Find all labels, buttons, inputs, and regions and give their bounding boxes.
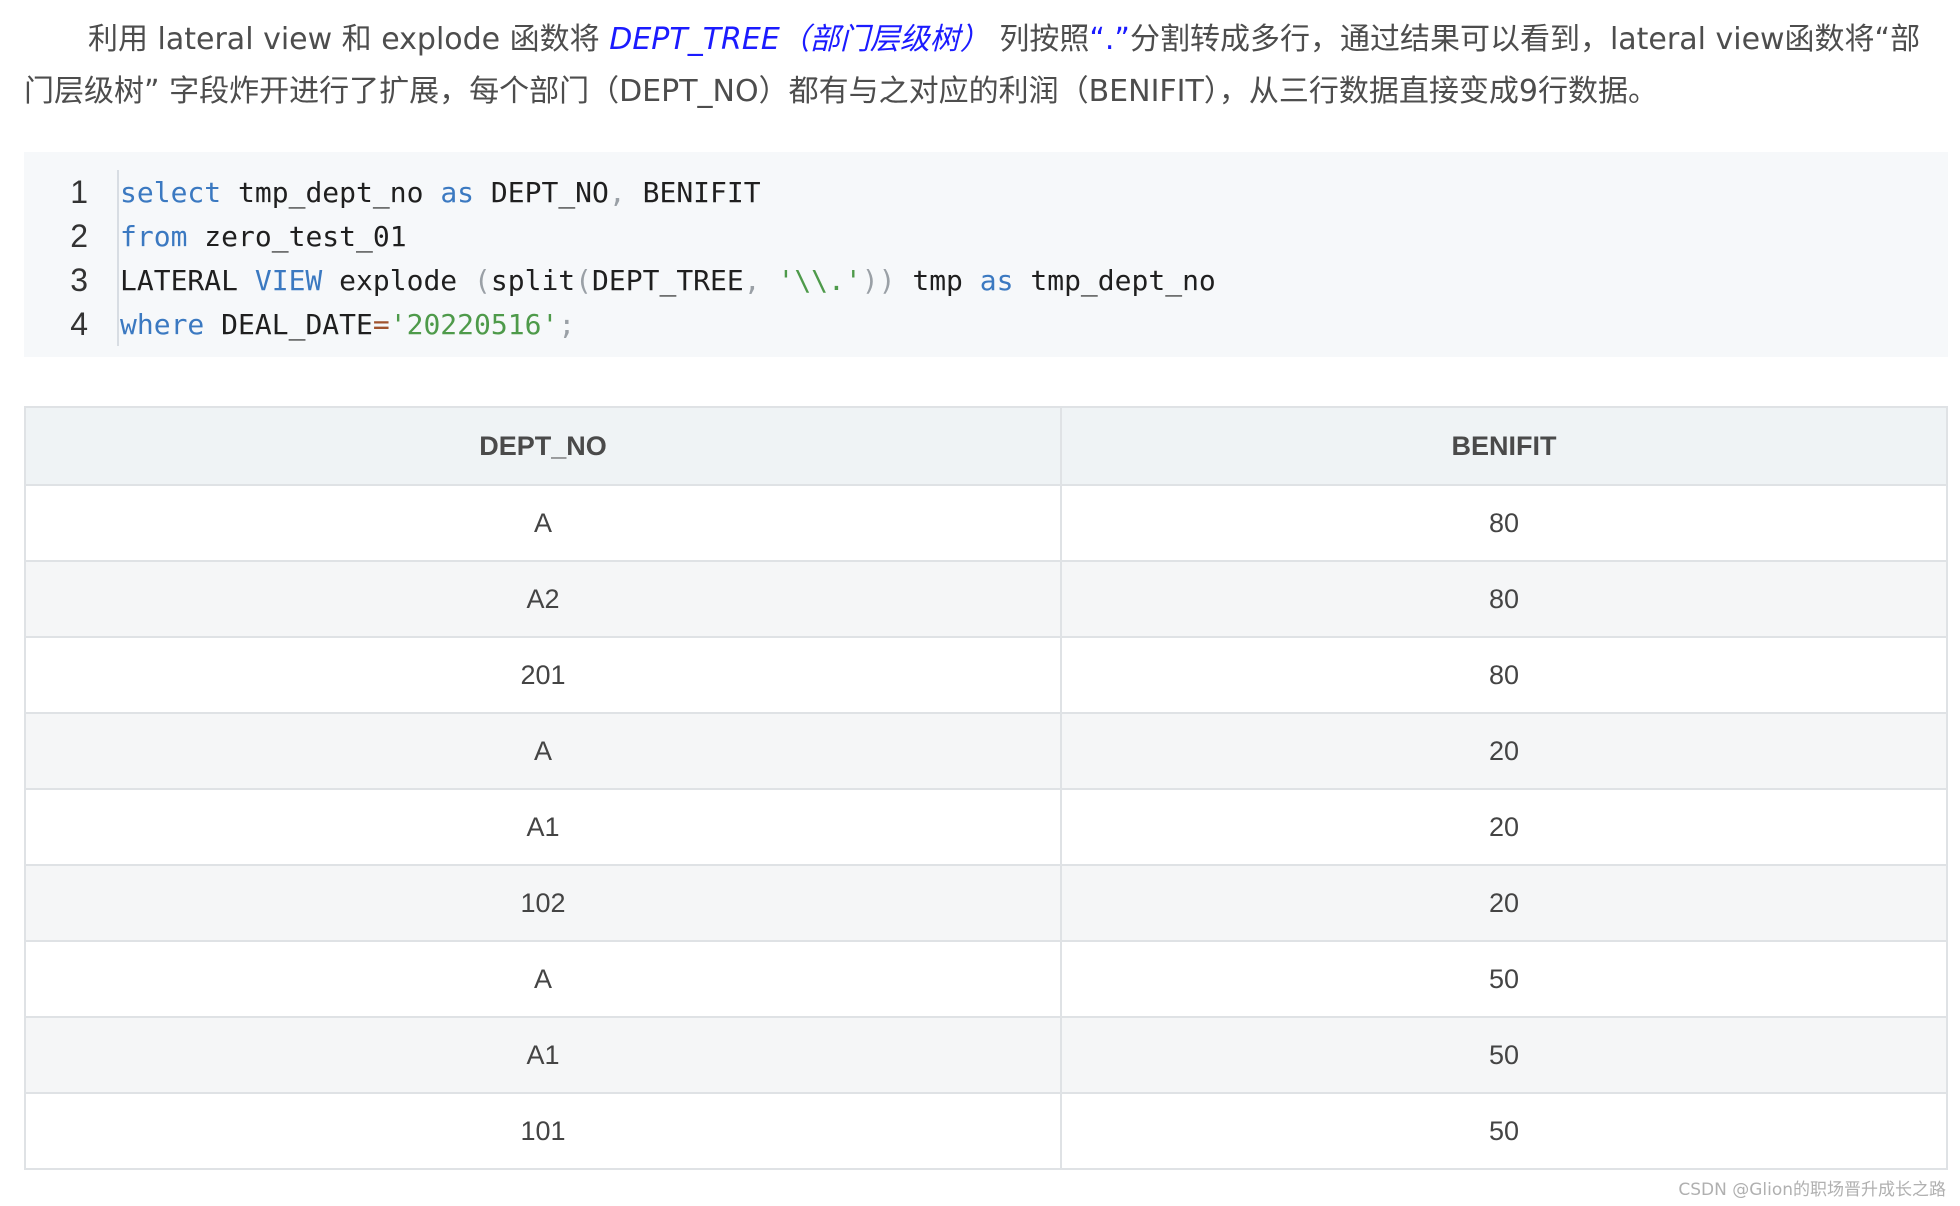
benifit-cell: 80 [1060, 636, 1948, 714]
code-punctuation: ( [575, 263, 593, 297]
dept-no-cell: A2 [24, 560, 1062, 638]
dept-no-cell: A [24, 484, 1062, 562]
quote-dot: “.” [1089, 22, 1130, 57]
code-line-content: LATERAL VIEW explode (split(DEPT_TREE, '… [102, 264, 1216, 297]
intro-paragraph: 利用 lateral view 和 explode 函数将 DEPT_TREE（… [24, 14, 1944, 118]
code-line-content: from zero_test_01 [102, 220, 407, 253]
keyword-view: VIEW [254, 263, 323, 297]
code-token: explode [322, 263, 475, 297]
benifit-cell: 20 [1060, 788, 1948, 866]
benifit-cell: 50 [1060, 940, 1948, 1018]
code-punctuation: , [743, 263, 761, 297]
keyword-from: from [120, 219, 188, 253]
table-row: A 50 [24, 940, 1948, 1018]
code-line: 3 LATERAL VIEW explode (split(DEPT_TREE,… [24, 258, 1948, 302]
column-header-dept-no: DEPT_NO [24, 406, 1062, 486]
line-number: 2 [70, 217, 88, 254]
code-block[interactable]: 1 select tmp_dept_no as DEPT_NO, BENIFIT… [24, 152, 1948, 357]
code-line: 2 from zero_test_01 [24, 214, 1948, 258]
dept-tree-highlight: DEPT_TREE（部门层级树） [609, 22, 990, 57]
code-token: tmp_dept_no [1013, 263, 1216, 297]
line-number: 3 [70, 261, 88, 298]
dept-no-cell: 102 [24, 864, 1062, 942]
dept-no-cell: A [24, 940, 1062, 1018]
table-row: 201 80 [24, 636, 1948, 714]
benifit-cell: 20 [1060, 712, 1948, 790]
keyword-select: select [120, 175, 222, 209]
code-line: 1 select tmp_dept_no as DEPT_NO, BENIFIT [24, 170, 1948, 214]
keyword-where: where [120, 307, 205, 341]
table-row: A2 80 [24, 560, 1948, 638]
line-number: 4 [70, 305, 88, 342]
code-punctuation: ; [558, 307, 576, 341]
table-row: 101 50 [24, 1092, 1948, 1170]
table-row: A 20 [24, 712, 1948, 790]
code-token: tmp [895, 263, 980, 297]
csdn-watermark: CSDN @Glion的职场晋升成长之路 [1678, 1180, 1946, 1200]
code-string: '\\.' [777, 263, 862, 297]
benifit-cell: 80 [1060, 484, 1948, 562]
keyword-as: as [440, 175, 475, 209]
result-table: DEPT_NO BENIFIT A 80 A2 80 201 80 A 20 A1 20 … [24, 406, 1948, 1170]
code-token: DEAL_DATE [204, 307, 373, 341]
code-punctuation: , [608, 175, 626, 209]
benifit-cell: 20 [1060, 864, 1948, 942]
code-line-content: select tmp_dept_no as DEPT_NO, BENIFIT [102, 176, 761, 209]
code-token: tmp_dept_no [221, 175, 441, 209]
benifit-cell: 50 [1060, 1092, 1948, 1170]
dept-no-cell: A [24, 712, 1062, 790]
benifit-cell: 80 [1060, 560, 1948, 638]
column-header-benifit: BENIFIT [1060, 406, 1948, 486]
table-row: A1 20 [24, 788, 1948, 866]
table-header-row: DEPT_NO BENIFIT [24, 406, 1948, 486]
benifit-cell: 50 [1060, 1016, 1948, 1094]
code-token: LATERAL [120, 263, 255, 297]
paragraph-text-middle: 列按照 [989, 22, 1090, 57]
code-string: '20220516' [389, 307, 559, 341]
code-punctuation: )) [861, 263, 896, 297]
code-gutter-divider [117, 170, 119, 346]
line-number: 1 [70, 173, 88, 210]
code-token: split [490, 263, 576, 297]
keyword-as: as [979, 263, 1014, 297]
dept-no-cell: 101 [24, 1092, 1062, 1170]
table-row: A1 50 [24, 1016, 1948, 1094]
code-line: 4 where DEAL_DATE='20220516'; [24, 302, 1948, 346]
paragraph-text-before: 利用 lateral view 和 explode 函数将 [88, 22, 610, 57]
table-row: 102 20 [24, 864, 1948, 942]
code-punctuation: ( [474, 263, 491, 297]
code-token: DEPT_NO [474, 175, 609, 209]
code-token: BENIFIT [625, 175, 761, 209]
table-row: A 80 [24, 484, 1948, 562]
code-line-content: where DEAL_DATE='20220516'; [102, 308, 575, 341]
dept-no-cell: A1 [24, 1016, 1062, 1094]
code-token: zero_test_01 [187, 219, 407, 253]
dept-no-cell: A1 [24, 788, 1062, 866]
code-token: DEPT_TREE [592, 263, 744, 297]
code-operator: = [372, 307, 390, 341]
dept-no-cell: 201 [24, 636, 1062, 714]
